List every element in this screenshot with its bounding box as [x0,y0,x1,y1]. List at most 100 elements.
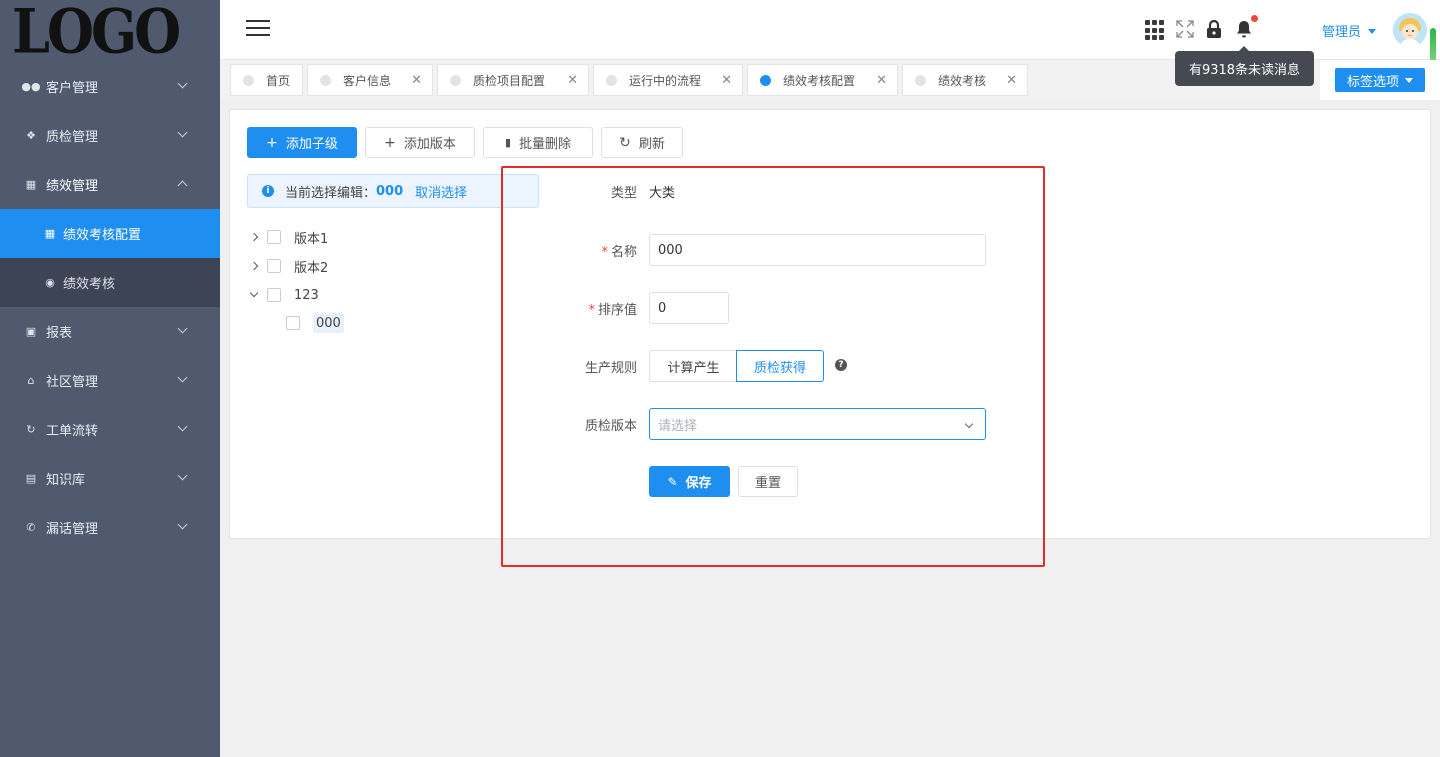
sidebar-subitem-performance-config[interactable]: ▦ 绩效考核配置 [0,209,220,258]
tree-node-label[interactable]: 版本1 [294,228,328,247]
tab-home[interactable]: 首页 [230,64,303,96]
sidebar-item-label: 绩效管理 [46,179,99,194]
sidebar-item-label: 知识库 [46,473,86,488]
tab-customer-info[interactable]: 客户信息 ✕ [307,64,433,96]
tab-quality-project-config[interactable]: 质检项目配置 ✕ [437,64,589,96]
close-icon[interactable]: ✕ [567,73,578,88]
tab-label: 绩效考核 [938,73,987,88]
tab-label: 运行中的流程 [629,73,702,88]
tree-node-label[interactable]: 000 [313,313,344,333]
tab-status-dot [760,74,771,86]
version-label: 质检版本 [584,419,637,434]
caret-down-icon [1405,77,1413,83]
help-icon[interactable]: ? [835,359,847,371]
sidebar-item-performance[interactable]: ▦ 绩效管理 [0,160,220,209]
tab-status-dot [606,74,617,86]
users-icon: ●● [21,80,41,93]
tab-status-dot [915,74,926,86]
sidebar-item-customer[interactable]: ●● 客户管理 [0,62,220,111]
close-icon[interactable]: ✕ [876,73,887,88]
close-icon[interactable]: ✕ [411,73,422,88]
home-icon: ⌂ [27,374,35,387]
selection-info-bar: i 当前选择编辑： 000 取消选择 [247,174,539,208]
notification-bell-icon[interactable] [1235,15,1258,41]
tab-running-processes[interactable]: 运行中的流程 ✕ [593,64,743,96]
sort-input[interactable]: 0 [649,292,729,324]
save-button[interactable]: ✎ 保存 [649,466,730,497]
sidebar-subitem-performance-review[interactable]: ◉ 绩效考核 [0,258,220,307]
tab-status-dot [243,74,254,86]
refresh-icon: ↻ [619,134,631,151]
tab-label: 客户信息 [343,73,392,88]
tab-performance-review[interactable]: 绩效考核 ✕ [902,64,1028,96]
sidebar-item-label: 社区管理 [46,375,99,390]
close-icon[interactable]: ✕ [1006,73,1017,88]
menu-toggle-icon[interactable] [246,20,270,40]
chevron-down-icon[interactable] [249,288,259,298]
rule-option-calculated[interactable]: 计算产生 [649,350,737,382]
name-input[interactable]: 000 [649,234,986,266]
sidebar-item-community[interactable]: ⌂ 社区管理 [0,356,220,405]
lock-icon[interactable] [1205,19,1225,41]
chevron-right-icon[interactable] [249,261,259,271]
edit-icon: ✎ [667,474,678,489]
chevron-down-icon [177,470,188,481]
rule-label: 生产规则 [584,361,637,376]
sort-label: * 排序值 [588,303,637,318]
sidebar: LOGO ●● 客户管理 ❖ 质检管理 ▦ 绩效管理 ▦ 绩效考核配置 ◉ 绩效… [0,0,220,757]
tree-node[interactable]: 000 [286,312,344,334]
tree-checkbox[interactable] [267,230,281,244]
chevron-right-icon[interactable] [249,232,259,242]
chart-icon: ▦ [44,227,56,240]
tree-node[interactable]: 版本2 [249,255,328,277]
chevron-down-icon [177,323,188,334]
circle-icon: ◉ [45,276,55,289]
refresh-button[interactable]: ↻ 刷新 [601,127,683,158]
add-child-button[interactable]: + 添加子级 [247,127,357,158]
tab-status-dot [320,74,331,86]
batch-delete-button[interactable]: ▮ 批量删除 [483,127,593,158]
caret-down-icon [1368,29,1377,34]
tree-node[interactable]: 123 [249,284,319,306]
sidebar-item-knowledge[interactable]: ▤ 知识库 [0,454,220,503]
chevron-down-icon [177,519,188,530]
sidebar-item-reports[interactable]: ▣ 报表 [0,307,220,356]
tab-label: 质检项目配置 [473,73,546,88]
reset-button[interactable]: 重置 [738,466,798,497]
briefcase-icon: ▣ [25,325,37,338]
sidebar-item-workorder[interactable]: ↻ 工单流转 [0,405,220,454]
tag-options-button[interactable]: 标签选项 [1335,68,1425,92]
tree-checkbox[interactable] [267,288,281,302]
sidebar-item-label: 质检管理 [46,130,99,145]
sidebar-item-quality[interactable]: ❖ 质检管理 [0,111,220,160]
tree-node[interactable]: 版本1 [249,226,328,248]
plus-icon: + [384,134,396,151]
sidebar-item-label: 客户管理 [46,81,99,96]
tree-node-label[interactable]: 123 [294,288,319,303]
tree-checkbox[interactable] [286,316,300,330]
sidebar-item-missed-calls[interactable]: ✆ 漏话管理 [0,503,220,552]
tab-performance-config[interactable]: 绩效考核配置 ✕ [747,64,898,96]
tree-node-label[interactable]: 版本2 [294,257,328,276]
plus-icon: + [266,134,278,151]
rule-option-quality[interactable]: 质检获得 [736,350,824,382]
notification-dot [1251,15,1258,22]
add-version-button[interactable]: + 添加版本 [365,127,475,158]
tree-checkbox[interactable] [267,259,281,273]
user-menu[interactable]: 管理员 [1322,21,1377,40]
sidebar-subitem-label: 绩效考核配置 [63,228,142,243]
sidebar-subitem-label: 绩效考核 [63,277,116,292]
sidebar-item-label: 漏话管理 [46,522,99,537]
tab-label: 首页 [266,73,291,88]
version-select[interactable]: 请选择 [649,408,986,440]
logo[interactable]: LOGO [0,0,220,62]
avatar[interactable] [1393,13,1427,47]
tab-label: 绩效考核配置 [783,73,856,88]
selected-node-name: 000 [376,183,404,199]
apps-grid-icon[interactable] [1145,19,1165,41]
close-icon[interactable]: ✕ [721,73,732,88]
cancel-selection-link[interactable]: 取消选择 [415,182,467,201]
info-icon: i [262,185,274,197]
fullscreen-icon[interactable] [1175,19,1195,41]
chart-icon: ▦ [25,178,37,191]
